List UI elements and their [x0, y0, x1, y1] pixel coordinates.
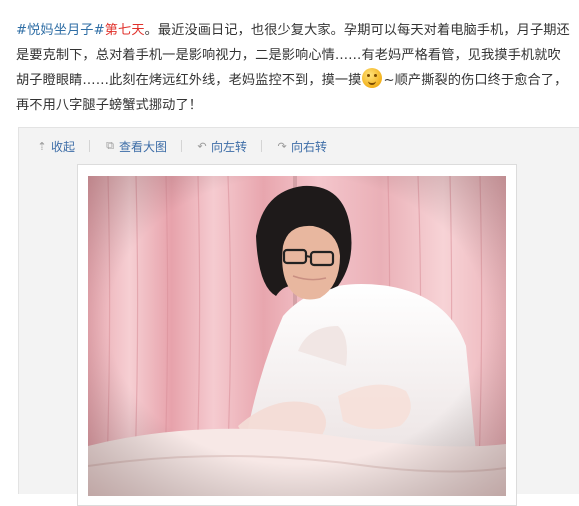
rotate-left-icon: ↶	[197, 139, 207, 153]
collapse-label: 收起	[51, 139, 76, 154]
view-large-button[interactable]: ⧉ 查看大图	[104, 138, 167, 154]
rotate-right-label: 向右转	[291, 139, 328, 154]
toolbar-divider	[261, 140, 263, 152]
shy-emoji-icon	[362, 68, 383, 88]
rotate-right-icon: ↷	[277, 139, 287, 153]
post-text: #悦妈坐月子#第七天。最近没画日记，也很少复大家。孕期可以每天对着电脑手机，月子…	[16, 18, 572, 118]
photo-frame	[77, 164, 517, 506]
external-link-icon: ⧉	[106, 139, 114, 152]
photo-illustration	[88, 176, 506, 496]
topic-link[interactable]: #悦妈坐月子#	[16, 23, 105, 38]
image-toolbar: ⇡ 收起 ⧉ 查看大图 ↶ 向左转 ↷ 向右转	[36, 138, 327, 154]
media-box: ⇡ 收起 ⧉ 查看大图 ↶ 向左转 ↷ 向右转	[18, 127, 579, 506]
rotate-left-label: 向左转	[211, 139, 248, 154]
view-large-label: 查看大图	[119, 139, 168, 154]
post-photo[interactable]	[88, 176, 506, 496]
rotate-right-button[interactable]: ↷ 向右转	[276, 138, 327, 154]
collapse-button[interactable]: ⇡ 收起	[36, 138, 75, 154]
highlight-day: 第七天	[104, 23, 145, 38]
toolbar-divider	[181, 140, 183, 152]
rotate-left-button[interactable]: ↶ 向左转	[196, 138, 247, 154]
arrow-up-icon: ⇡	[37, 139, 47, 153]
toolbar-divider	[89, 140, 91, 152]
